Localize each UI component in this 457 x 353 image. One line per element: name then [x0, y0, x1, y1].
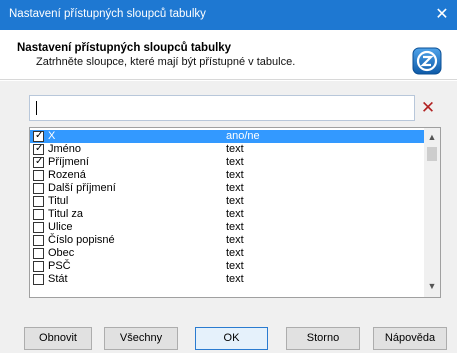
column-checkbox[interactable]: [33, 222, 44, 233]
column-checkbox[interactable]: [33, 196, 44, 207]
text-caret: [36, 101, 37, 115]
column-type: text: [226, 247, 244, 259]
column-checkbox[interactable]: [33, 248, 44, 259]
list-item[interactable]: Ulice text: [30, 221, 424, 234]
close-icon[interactable]: ✕: [427, 0, 457, 30]
dialog-header: Nastavení přístupných sloupců tabulky Za…: [0, 30, 457, 80]
column-name: Příjmení: [48, 156, 89, 168]
checkmark-icon: ✓: [35, 130, 44, 141]
checkmark-icon: ✓: [35, 156, 44, 167]
column-name: Rozená: [48, 169, 86, 181]
column-name: Titul za: [48, 208, 84, 220]
list-item[interactable]: ✓ Jméno text: [30, 143, 424, 156]
column-type: text: [226, 234, 244, 246]
column-name: X: [48, 130, 56, 142]
header-subtitle: Zatrhněte sloupce, které mají být přístu…: [36, 56, 296, 68]
list-item[interactable]: Stát text: [30, 273, 424, 286]
column-name: Titul: [48, 195, 69, 207]
column-type: text: [226, 260, 244, 272]
list-item[interactable]: Rozená text: [30, 169, 424, 182]
list-item[interactable]: Obec text: [30, 247, 424, 260]
column-checkbox[interactable]: [33, 261, 44, 272]
scroll-up-icon[interactable]: ▲: [424, 130, 440, 144]
column-checkbox[interactable]: [33, 170, 44, 181]
column-name: Další příjmení: [48, 182, 116, 194]
column-type: text: [226, 273, 244, 285]
column-name: Obec: [48, 247, 75, 259]
list-item[interactable]: Titul text: [30, 195, 424, 208]
title-bar: Nastavení přístupných sloupců tabulky ✕: [0, 0, 457, 30]
scroll-thumb[interactable]: [427, 147, 437, 161]
column-checkbox[interactable]: ✓: [33, 156, 44, 168]
list-item[interactable]: Titul za text: [30, 208, 424, 221]
column-checkbox[interactable]: [33, 235, 44, 246]
window-title: Nastavení přístupných sloupců tabulky: [9, 8, 206, 20]
list-item[interactable]: PSČ text: [30, 260, 424, 273]
clear-search-icon[interactable]: ✕: [419, 99, 437, 117]
checkmark-icon: ✓: [35, 143, 44, 154]
column-checkbox[interactable]: [33, 274, 44, 285]
column-name: Ulice: [48, 221, 73, 233]
refresh-button[interactable]: Obnovit: [24, 327, 92, 350]
column-name: Číslo popisné: [48, 234, 115, 246]
columns-list[interactable]: Stát text PSČ text Obec text Číslo popisné text…: [29, 127, 441, 298]
column-type: text: [226, 169, 244, 181]
app-logo-icon: [412, 47, 442, 75]
cancel-button[interactable]: Storno: [286, 327, 360, 350]
list-item[interactable]: Číslo popisné text: [30, 234, 424, 247]
scroll-down-icon[interactable]: ▼: [424, 279, 440, 293]
column-name: Jméno: [48, 143, 82, 155]
column-name: PSČ: [48, 260, 71, 272]
help-button[interactable]: Nápověda: [373, 327, 447, 350]
column-checkbox[interactable]: [33, 183, 44, 194]
select-all-button[interactable]: Všechny: [104, 327, 178, 350]
column-type: text: [226, 195, 244, 207]
list-item[interactable]: Další příjmení text: [30, 182, 424, 195]
list-item[interactable]: ✓ Xano/ne: [30, 130, 424, 143]
column-type: text: [226, 208, 244, 220]
column-checkbox[interactable]: ✓: [33, 143, 44, 155]
ok-button[interactable]: OK: [195, 327, 268, 350]
list-item[interactable]: ✓ Příjmení text: [30, 156, 424, 169]
column-type: text: [226, 221, 244, 233]
column-type: text: [226, 156, 244, 168]
column-type: text: [226, 182, 244, 194]
column-name: Stát: [48, 273, 68, 285]
vertical-scrollbar[interactable]: ▲ ▼: [424, 128, 440, 297]
column-checkbox[interactable]: [33, 209, 44, 220]
column-type: text: [226, 143, 244, 155]
column-type: ano/ne: [226, 130, 260, 142]
column-checkbox[interactable]: ✓: [33, 130, 44, 142]
header-title: Nastavení přístupných sloupců tabulky: [17, 42, 232, 54]
search-input[interactable]: [29, 95, 415, 121]
